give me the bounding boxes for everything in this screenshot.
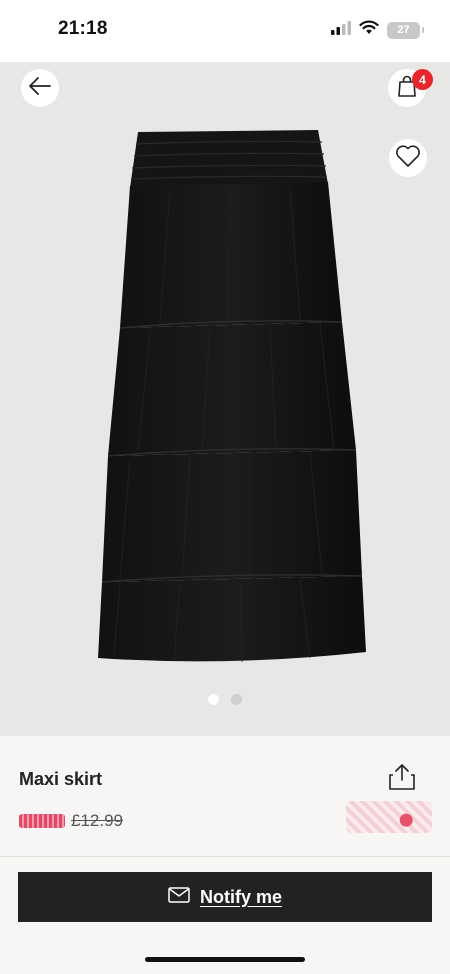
wifi-icon <box>359 20 379 40</box>
arrow-left-icon <box>28 76 52 101</box>
divider <box>0 856 450 857</box>
notify-me-button[interactable]: Notify me <box>18 872 432 922</box>
share-icon <box>387 764 417 795</box>
cart-count-badge: 4 <box>412 69 433 90</box>
product-title: Maxi skirt <box>19 769 103 789</box>
envelope-icon <box>168 886 190 908</box>
current-price-redacted <box>19 814 65 828</box>
product-gallery[interactable]: 4 <box>0 62 450 736</box>
carousel-dot-1[interactable] <box>208 694 219 705</box>
product-photo <box>98 130 366 663</box>
carousel-dots <box>0 694 450 705</box>
status-bar: 21:18 27 <box>0 0 450 62</box>
notify-me-label: Notify me <box>199 886 282 907</box>
redacted-area <box>346 801 432 833</box>
home-indicator <box>145 957 305 962</box>
product-info: Maxi skirt £12.99 <box>0 736 450 856</box>
status-icons: 27 <box>331 20 424 40</box>
share-button[interactable] <box>387 763 417 796</box>
status-time: 21:18 <box>58 18 108 39</box>
price-row: £12.99 <box>19 811 123 831</box>
battery-icon: 27 <box>387 21 424 39</box>
signal-icon <box>331 20 351 40</box>
favorite-button[interactable] <box>389 139 427 177</box>
back-button[interactable] <box>21 69 59 107</box>
old-price: £12.99 <box>71 811 123 830</box>
heart-icon <box>395 144 421 173</box>
carousel-dot-2[interactable] <box>231 694 242 705</box>
